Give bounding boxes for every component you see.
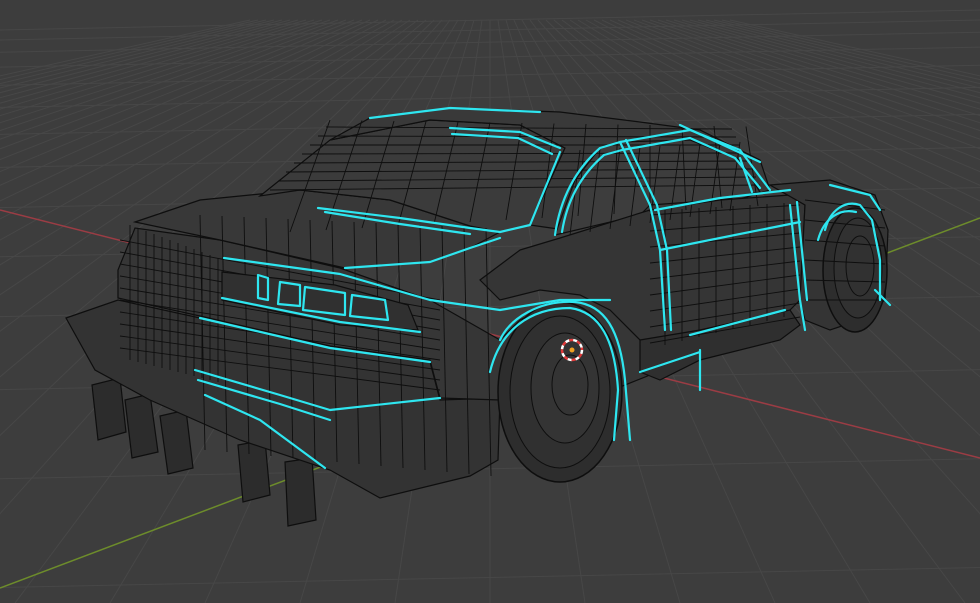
viewport-canvas[interactable] bbox=[0, 0, 980, 603]
front-wheel bbox=[822, 207, 888, 333]
3d-viewport[interactable] bbox=[0, 0, 980, 603]
